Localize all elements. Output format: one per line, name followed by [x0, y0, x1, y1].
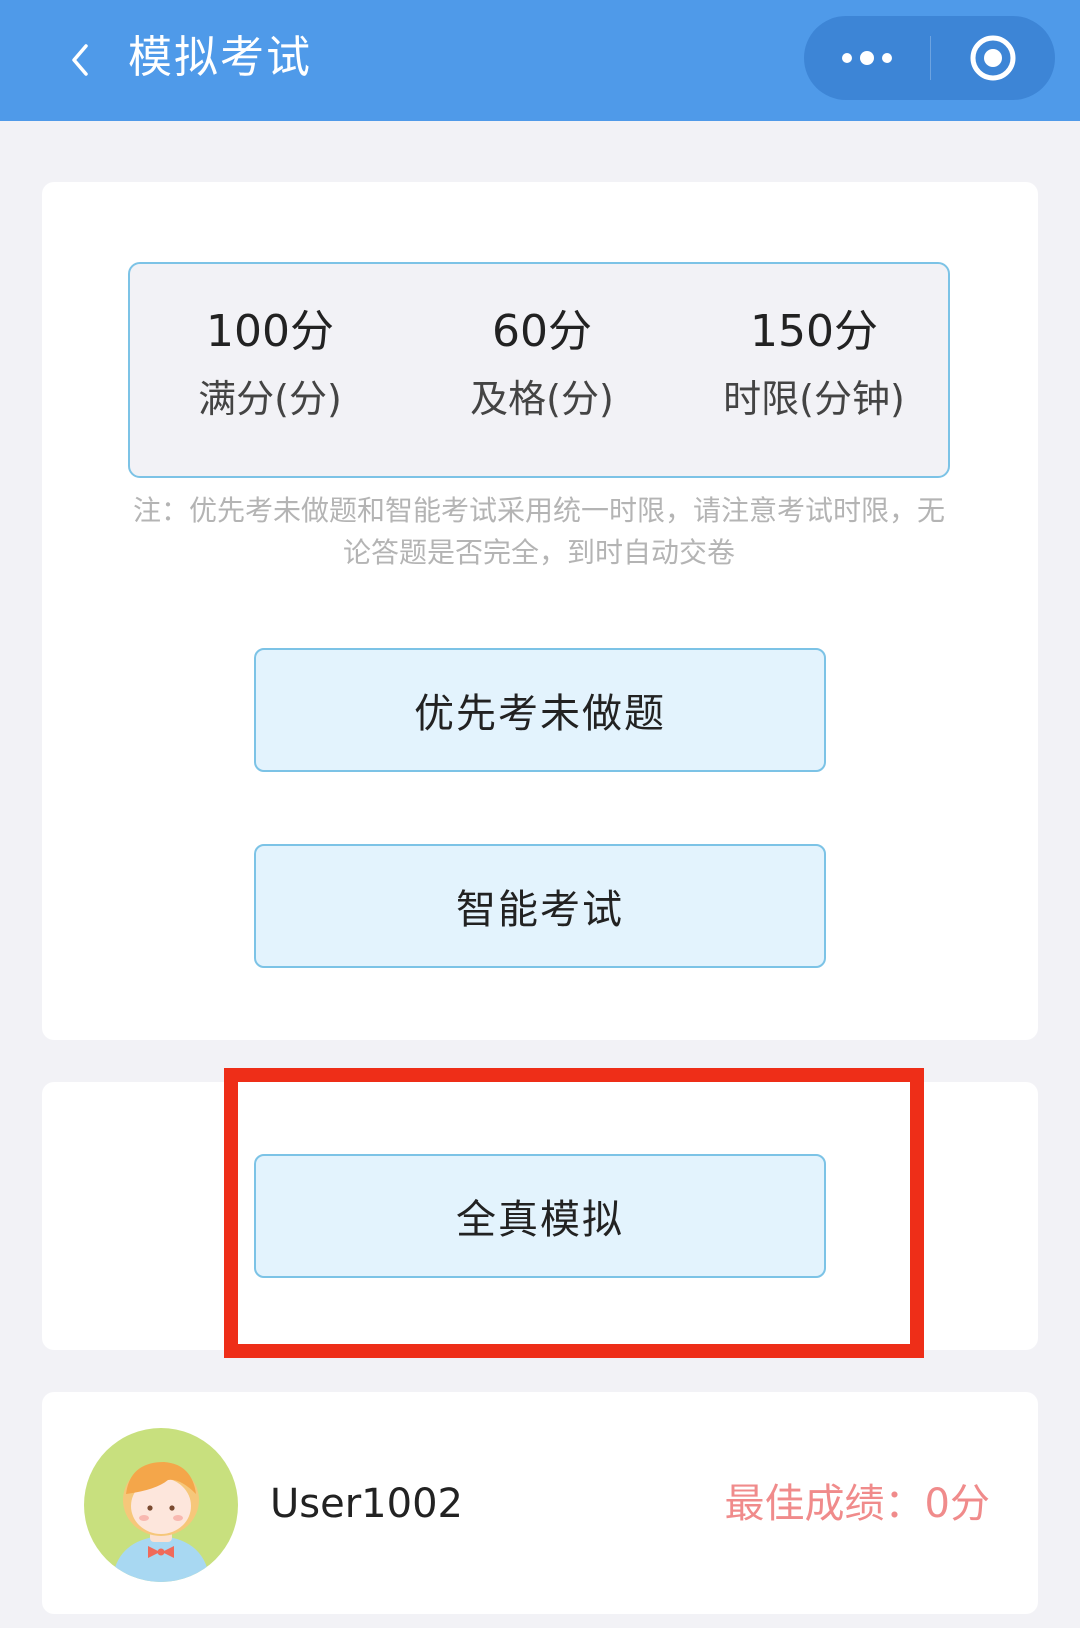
priority-unanswered-button[interactable]: 优先考未做题 — [254, 648, 826, 772]
stat-value: 100分 — [206, 306, 334, 357]
stat-value: 150分 — [750, 306, 878, 357]
stat-label: 及格(分) — [470, 377, 614, 421]
user-avatar-icon — [84, 1428, 238, 1582]
page-title: 模拟考试 — [128, 32, 312, 83]
exam-stats-box: 100分 满分(分) 60分 及格(分) 150分 时限(分钟) — [128, 262, 950, 478]
stat-label: 满分(分) — [198, 377, 342, 421]
close-miniprogram-button[interactable] — [931, 16, 1055, 100]
back-button[interactable] — [58, 38, 102, 82]
avatar — [84, 1428, 238, 1582]
chevron-left-icon — [72, 44, 88, 76]
stat-pass-score: 60分 及格(分) — [402, 304, 682, 424]
best-score: 最佳成绩：0分 — [724, 1481, 990, 1527]
more-button[interactable] — [804, 16, 930, 100]
exam-note: 注：优先考未做题和智能考试采用统一时限，请注意考试时限，无论答题是否完全，到时自… — [132, 494, 945, 569]
username: User1002 — [270, 1481, 463, 1527]
miniprogram-capsule — [804, 16, 1055, 100]
smart-exam-button[interactable]: 智能考试 — [254, 844, 826, 968]
more-dots-icon — [842, 51, 892, 65]
nav-bar: 模拟考试 — [0, 0, 1080, 121]
target-circle-icon — [970, 35, 1016, 81]
stat-time-limit: 150分 时限(分钟) — [674, 304, 954, 424]
stat-full-score: 100分 满分(分) — [130, 304, 410, 424]
stat-value: 60分 — [492, 306, 592, 357]
highlight-box — [224, 1068, 924, 1358]
stat-label: 时限(分钟) — [723, 377, 905, 421]
